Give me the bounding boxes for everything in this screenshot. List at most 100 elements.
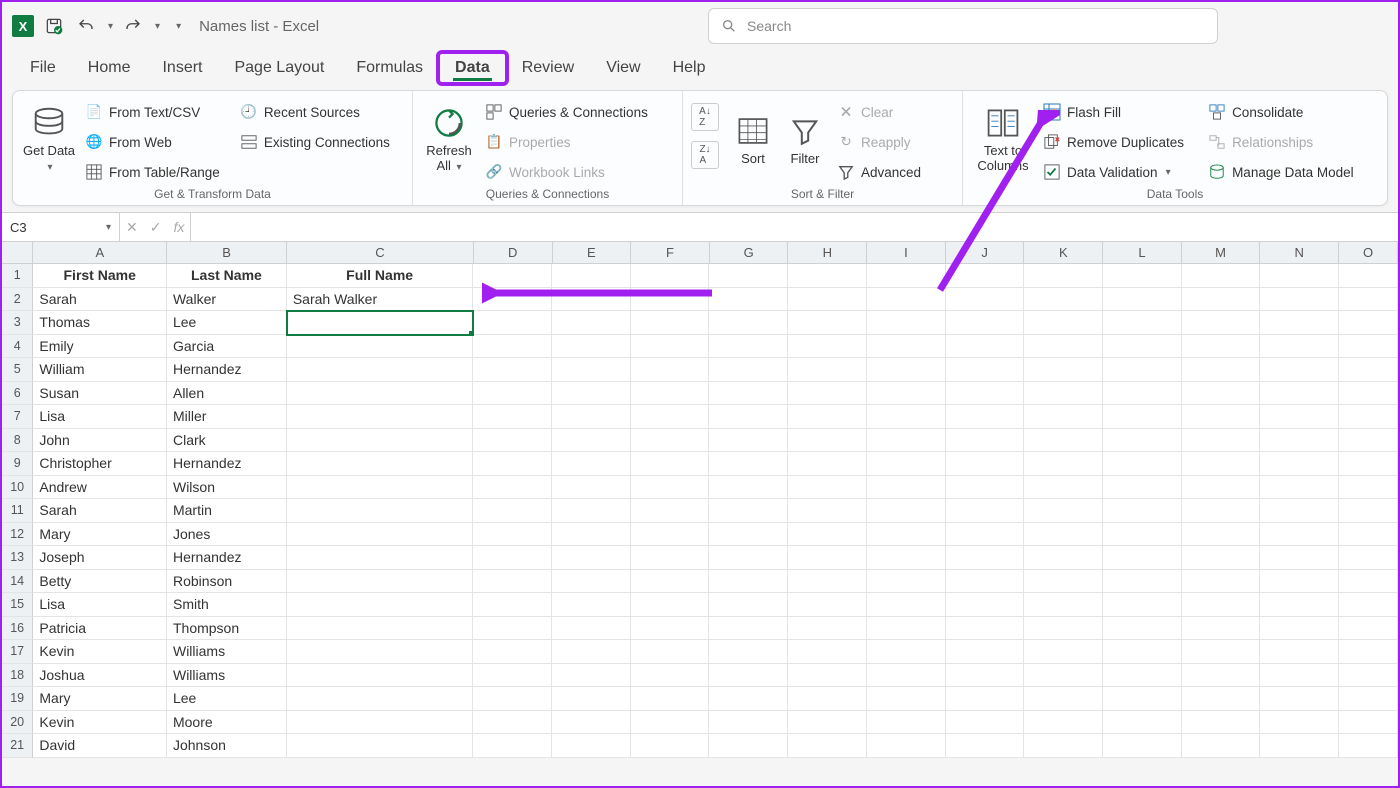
cell-M9[interactable] <box>1182 452 1261 476</box>
cell-B12[interactable]: Jones <box>167 523 287 547</box>
cell-M17[interactable] <box>1182 640 1261 664</box>
redo-dropdown[interactable]: ▾ <box>155 21 160 32</box>
cell-G8[interactable] <box>709 429 788 453</box>
cell-I17[interactable] <box>867 640 946 664</box>
row-header[interactable]: 15 <box>2 593 33 617</box>
cell-C8[interactable] <box>287 429 474 453</box>
text-to-columns-button[interactable]: Text to Columns <box>971 95 1035 183</box>
cell-A16[interactable]: Patricia <box>33 617 167 641</box>
cell-J13[interactable] <box>946 546 1025 570</box>
cell-K19[interactable] <box>1024 687 1103 711</box>
cell-G13[interactable] <box>709 546 788 570</box>
cell-K14[interactable] <box>1024 570 1103 594</box>
row-header[interactable]: 8 <box>2 429 33 453</box>
col-header-K[interactable]: K <box>1024 242 1103 263</box>
cell-D15[interactable] <box>473 593 552 617</box>
cell-I16[interactable] <box>867 617 946 641</box>
cell-F18[interactable] <box>631 664 710 688</box>
cell-C13[interactable] <box>287 546 474 570</box>
cell-J17[interactable] <box>946 640 1025 664</box>
cell-J20[interactable] <box>946 711 1025 735</box>
cell-B19[interactable]: Lee <box>167 687 287 711</box>
cell-E12[interactable] <box>552 523 631 547</box>
col-header-H[interactable]: H <box>788 242 867 263</box>
cell-O7[interactable] <box>1339 405 1398 429</box>
cell-M5[interactable] <box>1182 358 1261 382</box>
cell-L4[interactable] <box>1103 335 1182 359</box>
undo-button[interactable] <box>74 14 98 38</box>
cell-K3[interactable] <box>1024 311 1103 335</box>
cell-E9[interactable] <box>552 452 631 476</box>
cell-A15[interactable]: Lisa <box>33 593 167 617</box>
cell-I13[interactable] <box>867 546 946 570</box>
search-box[interactable]: Search <box>708 8 1218 44</box>
cell-O14[interactable] <box>1339 570 1398 594</box>
cell-E2[interactable] <box>552 288 631 312</box>
cell-B14[interactable]: Robinson <box>167 570 287 594</box>
cell-H21[interactable] <box>788 734 867 758</box>
cell-D4[interactable] <box>473 335 552 359</box>
tab-formulas[interactable]: Formulas <box>340 53 439 83</box>
relationships-button[interactable]: Relationships <box>1204 129 1358 155</box>
col-header-F[interactable]: F <box>631 242 710 263</box>
existing-connections-button[interactable]: Existing Connections <box>236 129 394 155</box>
row-header[interactable]: 10 <box>2 476 33 500</box>
cell-C3[interactable] <box>287 311 474 335</box>
clear-filter-button[interactable]: 🗙Clear <box>833 99 925 125</box>
cell-I19[interactable] <box>867 687 946 711</box>
cell-A5[interactable]: William <box>33 358 167 382</box>
cell-B1[interactable]: Last Name <box>167 264 287 288</box>
cell-F11[interactable] <box>631 499 710 523</box>
cell-G11[interactable] <box>709 499 788 523</box>
cell-A3[interactable]: Thomas <box>33 311 167 335</box>
cell-D20[interactable] <box>473 711 552 735</box>
cell-A6[interactable]: Susan <box>33 382 167 406</box>
cell-I7[interactable] <box>867 405 946 429</box>
cell-M10[interactable] <box>1182 476 1261 500</box>
cell-A21[interactable]: David <box>33 734 167 758</box>
col-header-I[interactable]: I <box>867 242 946 263</box>
cell-E4[interactable] <box>552 335 631 359</box>
cell-M15[interactable] <box>1182 593 1261 617</box>
cell-E21[interactable] <box>552 734 631 758</box>
cell-H13[interactable] <box>788 546 867 570</box>
cell-F21[interactable] <box>631 734 710 758</box>
col-header-D[interactable]: D <box>474 242 553 263</box>
data-validation-button[interactable]: Data Validation ▾ <box>1039 159 1188 185</box>
cell-B13[interactable]: Hernandez <box>167 546 287 570</box>
cell-J16[interactable] <box>946 617 1025 641</box>
cell-I2[interactable] <box>867 288 946 312</box>
cell-I10[interactable] <box>867 476 946 500</box>
cell-B6[interactable]: Allen <box>167 382 287 406</box>
cell-H17[interactable] <box>788 640 867 664</box>
cell-I8[interactable] <box>867 429 946 453</box>
row-header[interactable]: 13 <box>2 546 33 570</box>
tab-insert[interactable]: Insert <box>146 53 218 83</box>
cell-O2[interactable] <box>1339 288 1398 312</box>
cell-G9[interactable] <box>709 452 788 476</box>
cell-L6[interactable] <box>1103 382 1182 406</box>
cell-A12[interactable]: Mary <box>33 523 167 547</box>
cell-J9[interactable] <box>946 452 1025 476</box>
cell-B8[interactable]: Clark <box>167 429 287 453</box>
cell-B20[interactable]: Moore <box>167 711 287 735</box>
cell-M19[interactable] <box>1182 687 1261 711</box>
fx-icon[interactable]: fx <box>173 219 184 235</box>
cell-B15[interactable]: Smith <box>167 593 287 617</box>
row-header[interactable]: 6 <box>2 382 33 406</box>
tab-help[interactable]: Help <box>657 53 722 83</box>
cell-F16[interactable] <box>631 617 710 641</box>
cell-M20[interactable] <box>1182 711 1261 735</box>
cell-D7[interactable] <box>473 405 552 429</box>
redo-button[interactable] <box>121 14 145 38</box>
row-header[interactable]: 19 <box>2 687 33 711</box>
cell-H5[interactable] <box>788 358 867 382</box>
cell-C1[interactable]: Full Name <box>287 264 474 288</box>
cell-D2[interactable] <box>473 288 552 312</box>
cell-A2[interactable]: Sarah <box>33 288 167 312</box>
cancel-icon[interactable]: ✕ <box>126 219 138 236</box>
cell-G4[interactable] <box>709 335 788 359</box>
cell-G12[interactable] <box>709 523 788 547</box>
cell-C20[interactable] <box>287 711 474 735</box>
row-header[interactable]: 21 <box>2 734 33 758</box>
